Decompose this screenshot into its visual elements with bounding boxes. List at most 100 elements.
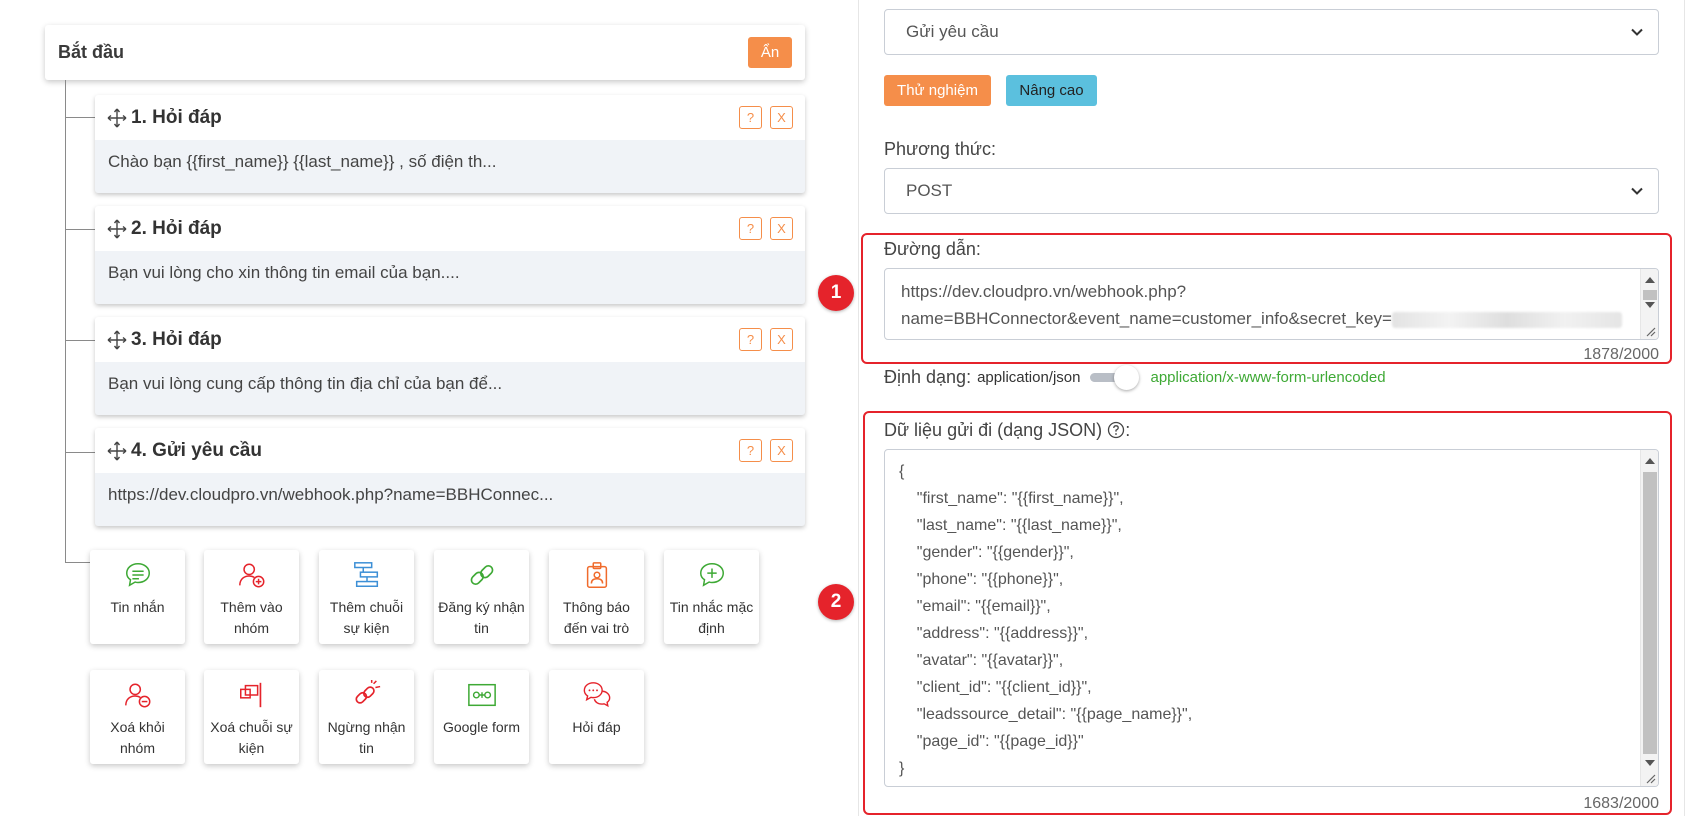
advanced-button[interactable]: Nâng cao: [1006, 75, 1097, 106]
remove-user-icon: [122, 679, 154, 711]
step-header: 2. Hỏi đáp? X: [95, 206, 805, 251]
payload-line: "email": "{{email}}",: [899, 598, 1051, 615]
method-label: Phương thức:: [884, 139, 996, 159]
step-help-button[interactable]: ?: [739, 217, 762, 240]
flow-step[interactable]: 2. Hỏi đáp? X Bạn vui lòng cho xin thông t…: [95, 206, 805, 304]
action-tile-label: Ngừng nhận tin: [327, 719, 406, 756]
add-user-icon: [236, 559, 268, 591]
url-input[interactable]: https://dev.cloudpro.vn/webhook.php? nam…: [884, 268, 1659, 340]
action-tile[interactable]: Thêm chuỗi sự kiện: [319, 550, 414, 644]
action-tile[interactable]: Thêm vào nhóm: [204, 550, 299, 644]
sequence-icon: [351, 559, 383, 591]
start-title: Bắt đầu: [58, 42, 125, 62]
action-tile[interactable]: Xoá khỏi nhóm: [90, 670, 185, 764]
step-remove-button[interactable]: X: [770, 439, 793, 462]
step-title: 1. Hỏi đáp: [131, 106, 222, 128]
url-label: Đường dẫn:: [884, 239, 981, 259]
method-value: POST: [906, 181, 953, 200]
move-icon[interactable]: [107, 330, 127, 350]
scroll-thumb[interactable]: [1643, 472, 1657, 754]
flow-step[interactable]: 3. Hỏi đáp? X Bạn vui lòng cung cấp thông …: [95, 317, 805, 415]
tree-line: [65, 80, 66, 562]
step-title: 3. Hỏi đáp: [131, 328, 222, 350]
payload-line: "phone": "{{phone}}",: [899, 571, 1064, 588]
url-line-2: name=BBHConnector&event_name=customer_in…: [901, 305, 1622, 332]
chat-icon: [581, 679, 613, 711]
redacted-secret-key: [1391, 311, 1622, 328]
action-tile[interactable]: Đăng ký nhận tin: [434, 550, 529, 644]
action-tile[interactable]: Google form: [434, 670, 529, 764]
action-tile-label: Xoá chuỗi sự kiện: [210, 719, 293, 756]
action-tile-label: Google form: [442, 719, 521, 735]
action-type-select[interactable]: Gửi yêu cầu: [884, 9, 1659, 55]
payload-line: "first_name": "{{first_name}}",: [899, 490, 1124, 507]
panel-divider: [1684, 0, 1685, 816]
resize-grip-icon[interactable]: [1644, 772, 1656, 784]
tree-branch: [65, 229, 95, 230]
resize-grip-icon[interactable]: [1644, 325, 1656, 337]
payload-line: "page_id": "{{page_id}}": [899, 733, 1084, 750]
action-tile[interactable]: Thông báo đến vai trò: [549, 550, 644, 644]
flow-step[interactable]: 4. Gửi yêu cầu? Xhttps://dev.cloudpro.vn/…: [95, 428, 805, 526]
payload-line: "avatar": "{{avatar}}",: [899, 652, 1064, 669]
start-node: Bắt đầu Ẩn: [45, 25, 805, 80]
step-preview: https://dev.cloudpro.vn/webhook.php?name…: [108, 485, 554, 504]
payload-scrollbar[interactable]: [1640, 450, 1658, 786]
action-tile[interactable]: Ngừng nhận tin: [319, 670, 414, 764]
hide-button[interactable]: Ẩn: [748, 37, 792, 68]
flow-step[interactable]: 1. Hỏi đáp? X Chào bạn {{first_name}} {{la…: [95, 95, 805, 193]
form-icon: [466, 679, 498, 711]
payload-line: "client_id": "{{client_id}}",: [899, 679, 1092, 696]
move-icon[interactable]: [107, 441, 127, 461]
action-tile[interactable]: Hỏi đáp: [549, 670, 644, 764]
step-help-button[interactable]: ?: [739, 439, 762, 462]
step-remove-button[interactable]: X: [770, 106, 793, 129]
help-circle-icon[interactable]: [1107, 421, 1125, 439]
format-toggle[interactable]: [1090, 365, 1140, 390]
chevron-down-icon: [1631, 28, 1643, 36]
action-tile[interactable]: Tin nhắc mặc định: [664, 550, 759, 644]
step-remove-button[interactable]: X: [770, 217, 793, 240]
step-header: 1. Hỏi đáp? X: [95, 95, 805, 140]
action-tile[interactable]: Xoá chuỗi sự kiện: [204, 670, 299, 764]
payload-input[interactable]: { "first_name": "{{first_name}}", "last_…: [884, 449, 1659, 787]
payload-line: "gender": "{{gender}}",: [899, 544, 1074, 561]
payload-label: Dữ liệu gửi đi (dạng JSON) :: [884, 420, 1131, 440]
link-icon: [466, 559, 498, 591]
method-select[interactable]: POST: [884, 168, 1659, 214]
step-help-button[interactable]: ?: [739, 328, 762, 351]
move-icon[interactable]: [107, 108, 127, 128]
action-tile-label: Tin nhắn: [110, 599, 165, 615]
badge-icon: [581, 559, 613, 591]
annotation-marker-2: 2: [818, 584, 854, 620]
payload-line: "leadssource_detail": "{{page_name}}",: [899, 706, 1193, 723]
message-plus-icon: [696, 559, 728, 591]
format-label: Định dạng:: [884, 366, 972, 387]
url-line-1: https://dev.cloudpro.vn/webhook.php?: [901, 282, 1187, 301]
action-tile[interactable]: Tin nhắn: [90, 550, 185, 644]
scroll-down-arrow[interactable]: [1645, 760, 1655, 766]
payload-line: "last_name": "{{last_name}}",: [899, 517, 1122, 534]
action-tile-label: Xoá khỏi nhóm: [110, 719, 165, 756]
payload-line: }: [899, 760, 905, 777]
move-icon[interactable]: [107, 219, 127, 239]
test-button[interactable]: Thử nghiệm: [884, 75, 991, 106]
scroll-down-arrow[interactable]: [1645, 302, 1655, 308]
unsubscribe-icon: [351, 679, 383, 711]
scroll-up-arrow[interactable]: [1645, 458, 1655, 464]
annotation-marker-1: 1: [818, 275, 854, 311]
step-title: 4. Gửi yêu cầu: [131, 439, 262, 461]
scroll-thumb[interactable]: [1643, 290, 1657, 300]
step-preview: Bạn vui lòng cho xin thông tin email của…: [108, 263, 460, 282]
step-remove-button[interactable]: X: [770, 328, 793, 351]
format-option-json: application/json: [977, 368, 1081, 386]
step-header: 3. Hỏi đáp? X: [95, 317, 805, 362]
action-tile-label: Hỏi đáp: [572, 719, 621, 735]
chevron-down-icon: [1631, 187, 1643, 195]
payload-char-counter: 1683/2000: [1583, 795, 1659, 812]
payload-line: "address": "{{address}}",: [899, 625, 1089, 642]
action-tile-label: Thông báo đến vai trò: [563, 599, 630, 636]
step-help-button[interactable]: ?: [739, 106, 762, 129]
scroll-up-arrow[interactable]: [1645, 277, 1655, 283]
action-tile-label: Đăng ký nhận tin: [438, 599, 525, 636]
